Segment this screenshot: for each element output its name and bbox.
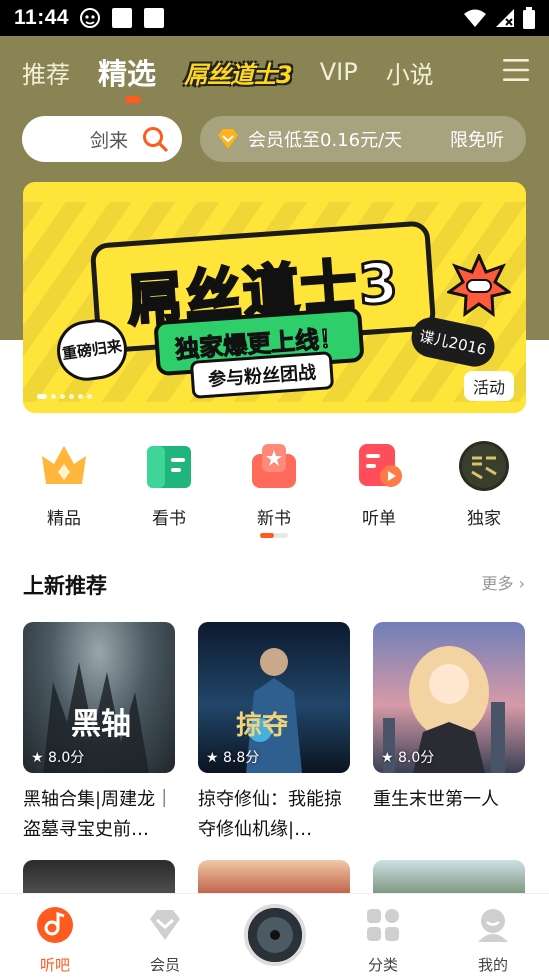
category-label: 精品 — [47, 509, 81, 529]
free-listen-link[interactable]: 限免听 — [450, 126, 504, 152]
pagination-dot — [51, 394, 56, 399]
search-icon — [143, 127, 168, 152]
starburst-icon — [447, 254, 511, 318]
banner-activity-tag: 活动 — [463, 371, 514, 401]
cellular-signal-icon — [496, 9, 514, 27]
album-art-icon — [248, 908, 302, 962]
chevron-right-icon: › — [518, 574, 525, 593]
battery-icon — [523, 7, 535, 29]
vip-promo-banner[interactable]: 会员低至0.16元/天 限免听 — [200, 116, 526, 162]
top-tab-bar: 推荐 精选 屌丝道士3 VIP 小说 — [0, 42, 549, 102]
exclusive-icon — [459, 441, 509, 491]
tab-vip[interactable]: VIP — [320, 58, 358, 86]
book-title: 重生末世第一人 — [373, 789, 499, 810]
book-cover: 掠夺 ★ 8.8分 — [198, 622, 350, 773]
playlist-icon — [359, 444, 402, 487]
book-title: 黑轴合集|周建龙｜盗墓寻宝史前… — [23, 789, 174, 840]
category-premium[interactable]: 精品 — [24, 440, 104, 529]
category-label: 看书 — [152, 509, 186, 529]
tab-featured[interactable]: 精选 — [98, 51, 156, 93]
category-label: 听单 — [362, 509, 396, 529]
book-cover: 黑轴 ★ 8.0分 — [23, 622, 175, 773]
tab-novel[interactable]: 小说 — [386, 55, 434, 90]
book-icon — [147, 446, 191, 488]
more-link[interactable]: 更多 › — [481, 570, 525, 594]
banner-pagination — [37, 394, 92, 399]
book-card[interactable]: ★ 8.0分 重生末世第一人 — [373, 622, 525, 815]
nav-membership[interactable]: 会员 — [125, 906, 205, 975]
search-placeholder: 剑来 — [89, 129, 128, 152]
book-card[interactable]: 黑轴 ★ 8.0分 黑轴合集|周建龙｜盗墓寻宝史前… — [23, 622, 175, 845]
pagination-dot — [87, 394, 92, 399]
notification-square-icon — [144, 8, 165, 28]
pagination-dot — [37, 394, 47, 399]
vip-promo-text: 会员低至0.16元/天 — [248, 130, 403, 151]
status-bar: 11:44 — [0, 0, 549, 36]
book-rating: ★ 8.0分 — [31, 750, 85, 766]
pagination-dot — [69, 394, 74, 399]
category-new-book[interactable]: 新书 — [234, 440, 314, 529]
pagination-dot — [60, 394, 65, 399]
listen-icon — [37, 907, 73, 943]
tab-brand-series[interactable]: 屌丝道士3 — [184, 55, 293, 90]
category-playlist[interactable]: 听单 — [339, 440, 419, 529]
notification-square-icon — [112, 8, 133, 28]
book-card[interactable]: 掠夺 ★ 8.8分 掠夺修仙：我能掠夺修仙机缘|… — [198, 622, 350, 845]
active-tab-indicator — [125, 96, 141, 103]
app-notification-icon — [80, 8, 101, 28]
category-row: 精品 看书 新书 听单 独家 — [0, 440, 549, 530]
profile-icon — [478, 909, 508, 942]
diamond-icon — [150, 910, 180, 940]
now-playing-disc[interactable] — [244, 904, 306, 966]
grid-icon — [367, 909, 399, 941]
more-link-label: 更多 — [481, 574, 514, 593]
wifi-icon — [464, 9, 486, 27]
nav-label: 会员 — [149, 956, 180, 974]
category-read[interactable]: 看书 — [129, 440, 209, 529]
book-rating: ★ 8.0分 — [381, 750, 435, 766]
nav-label: 我的 — [477, 956, 508, 974]
svg-text:掠夺: 掠夺 — [236, 711, 289, 741]
svg-text:黑轴: 黑轴 — [71, 707, 131, 742]
category-label: 独家 — [467, 509, 501, 529]
menu-icon[interactable] — [503, 58, 529, 82]
nav-label: 听吧 — [39, 956, 70, 974]
book-rating: ★ 8.8分 — [206, 750, 260, 766]
category-exclusive[interactable]: 独家 — [444, 440, 524, 529]
tab-recommend[interactable]: 推荐 — [22, 55, 70, 90]
category-scroll-indicator — [260, 533, 288, 538]
category-label: 新书 — [257, 509, 291, 529]
search-input[interactable]: 剑来 — [22, 116, 182, 162]
section-title: 上新推荐 — [23, 574, 107, 598]
book-cover: ★ 8.0分 — [373, 622, 525, 773]
promo-banner[interactable]: 屌丝道士3 重磅归来 独家爆更上线！ 参与粉丝团战 谍儿2016 活动 — [23, 182, 526, 413]
nav-listen[interactable]: 听吧 — [15, 906, 95, 975]
new-book-icon — [252, 444, 296, 488]
nav-profile[interactable]: 我的 — [453, 906, 533, 975]
nav-label: 分类 — [367, 956, 398, 974]
book-title: 掠夺修仙：我能掠夺修仙机缘|… — [198, 789, 342, 840]
diamond-icon — [218, 129, 238, 149]
crown-icon — [42, 446, 86, 484]
nav-categories[interactable]: 分类 — [343, 906, 423, 975]
status-time: 11:44 — [14, 6, 70, 29]
pagination-dot — [78, 394, 83, 399]
